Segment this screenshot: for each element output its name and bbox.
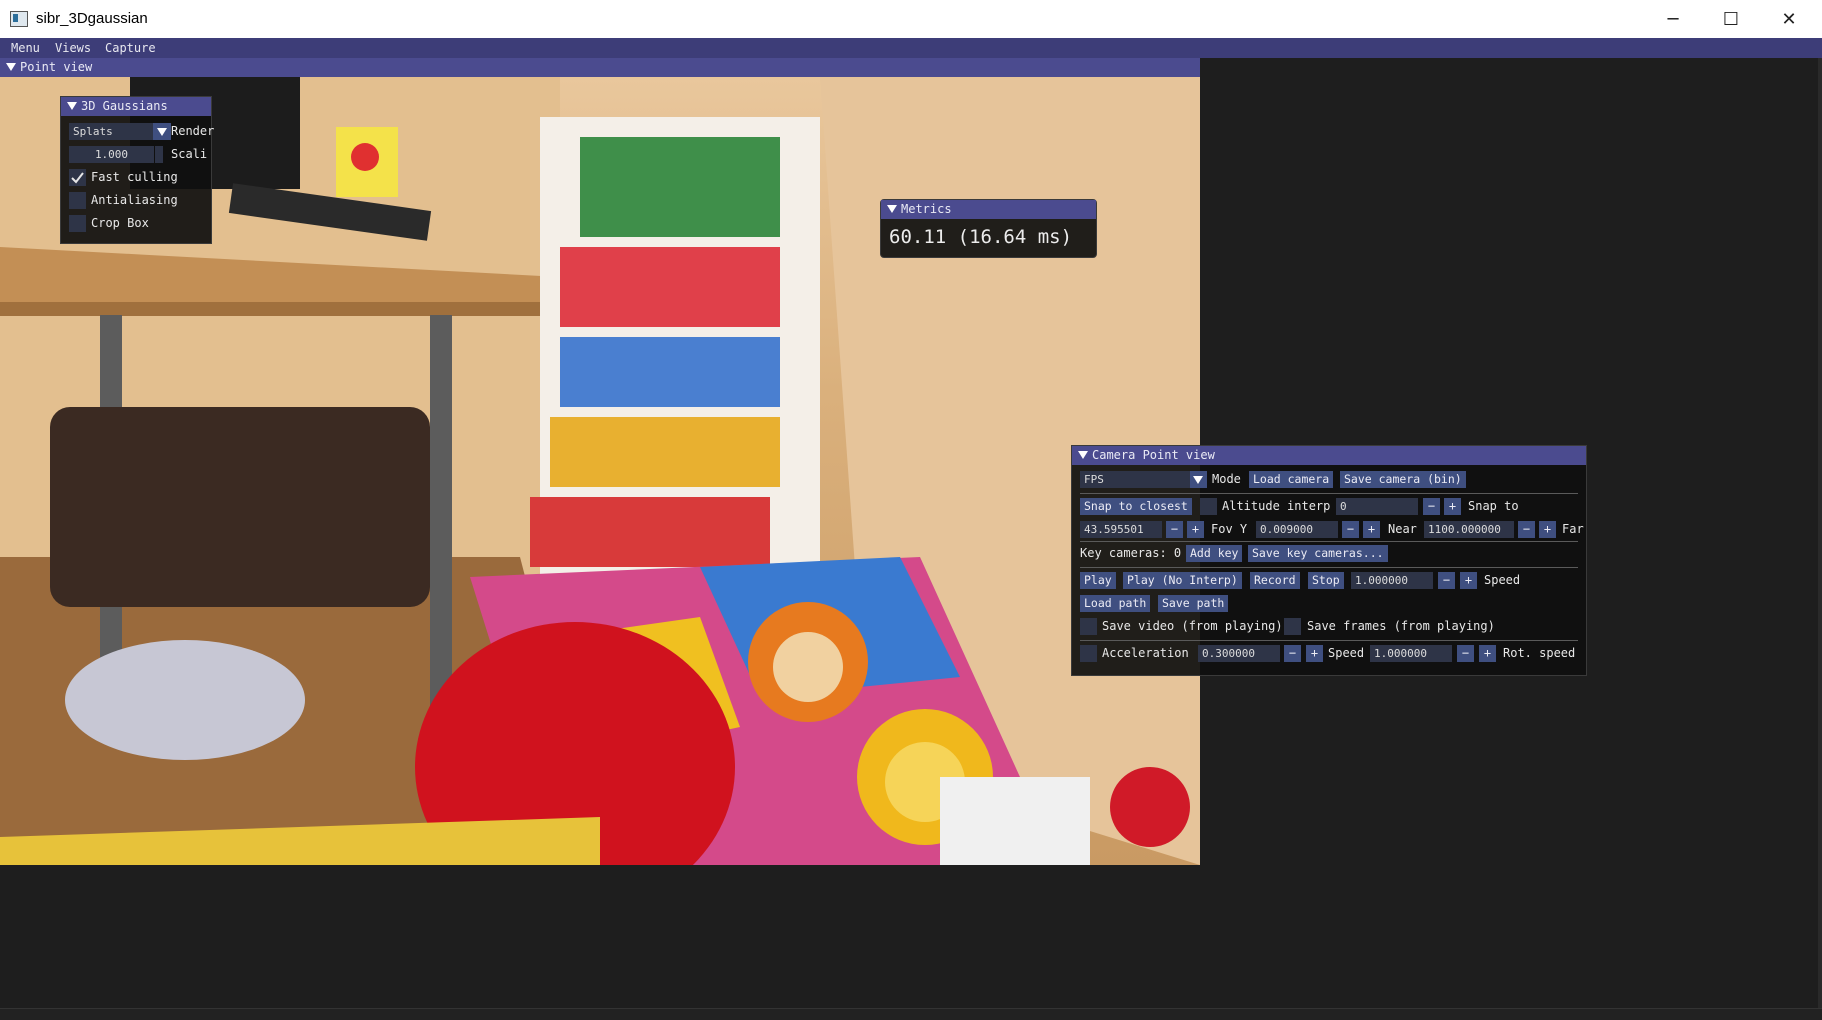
- gaussians-panel: 3D Gaussians Splats Render 1.000 Scali F…: [60, 96, 215, 244]
- title-bar: sibr_3Dgaussian ─ ☐ ✕: [0, 0, 1822, 38]
- close-button[interactable]: ✕: [1760, 0, 1818, 38]
- near-label: Near: [1388, 522, 1417, 536]
- rot-speed-label: Rot. speed: [1503, 646, 1576, 660]
- move-speed-label: Speed: [1328, 646, 1365, 660]
- metrics-panel-title: Metrics: [901, 202, 952, 216]
- altitude-interp-checkbox[interactable]: [1200, 498, 1217, 515]
- crop-box-checkbox[interactable]: [69, 215, 86, 232]
- load-camera-button[interactable]: Load camera: [1249, 471, 1334, 488]
- chevron-down-icon: [157, 128, 167, 136]
- play-button[interactable]: Play: [1080, 572, 1116, 589]
- right-scrollbar[interactable]: [1818, 58, 1822, 1008]
- collapse-triangle-icon[interactable]: [1078, 451, 1088, 459]
- fast-culling-checkbox[interactable]: [69, 169, 86, 186]
- scaling-label: Scali: [171, 147, 208, 161]
- camera-panel-title: Camera Point view: [1092, 448, 1215, 462]
- menu-item-views[interactable]: Views: [55, 41, 91, 55]
- add-key-button[interactable]: Add key: [1186, 545, 1243, 562]
- metrics-panel-title-bar[interactable]: Metrics: [881, 200, 1096, 219]
- move-speed-field[interactable]: 1.000000: [1370, 645, 1452, 662]
- load-path-button[interactable]: Load path: [1080, 595, 1151, 612]
- fovy-label: Fov Y: [1211, 522, 1248, 536]
- acceleration-checkbox[interactable]: [1080, 645, 1097, 662]
- snap-to-label: Snap to: [1468, 499, 1519, 513]
- window-title: sibr_3Dgaussian: [36, 10, 148, 27]
- acceleration-label: Acceleration: [1102, 646, 1189, 660]
- fovy-decrement-button[interactable]: −: [1166, 521, 1183, 538]
- save-key-cameras-button[interactable]: Save key cameras...: [1248, 545, 1388, 562]
- antialiasing-label: Antialiasing: [91, 193, 178, 207]
- bottom-bar: [0, 1008, 1822, 1020]
- far-label: Far: [1562, 522, 1584, 536]
- separator: [1080, 640, 1578, 641]
- playback-speed-field[interactable]: 1.000000: [1351, 572, 1433, 589]
- scaling-slider-grab[interactable]: [155, 146, 163, 163]
- menu-bar: Menu Views Capture: [0, 38, 1822, 58]
- chevron-down-icon: [1193, 476, 1203, 484]
- acceleration-increment-button[interactable]: +: [1306, 645, 1323, 662]
- collapse-triangle-icon[interactable]: [67, 102, 77, 110]
- near-decrement-button[interactable]: −: [1342, 521, 1359, 538]
- checkmark-icon: [71, 172, 84, 184]
- acceleration-field[interactable]: 0.300000: [1198, 645, 1280, 662]
- scaling-field[interactable]: 1.000: [69, 146, 154, 163]
- key-cameras-count: Key cameras: 0: [1080, 546, 1182, 560]
- play-no-interp-button[interactable]: Play (No Interp): [1123, 572, 1242, 589]
- menu-item-capture[interactable]: Capture: [105, 41, 156, 55]
- acceleration-decrement-button[interactable]: −: [1284, 645, 1301, 662]
- fps-readout: 60.11 (16.64 ms): [889, 226, 1073, 248]
- far-increment-button[interactable]: +: [1539, 521, 1556, 538]
- save-path-button[interactable]: Save path: [1158, 595, 1229, 612]
- save-camera-bin-button[interactable]: Save camera (bin): [1340, 471, 1466, 488]
- playback-speed-increment-button[interactable]: +: [1460, 572, 1477, 589]
- near-field[interactable]: 0.009000: [1256, 521, 1338, 538]
- snap-to-field[interactable]: 0: [1336, 498, 1418, 515]
- minimize-button[interactable]: ─: [1644, 0, 1702, 38]
- point-view-title-bar[interactable]: Point view: [0, 58, 1200, 77]
- fovy-increment-button[interactable]: +: [1187, 521, 1204, 538]
- antialiasing-checkbox[interactable]: [69, 192, 86, 209]
- camera-mode-dropdown-button[interactable]: [1190, 471, 1207, 488]
- crop-box-label: Crop Box: [91, 216, 149, 230]
- snap-to-increment-button[interactable]: +: [1444, 498, 1461, 515]
- gaussians-panel-title: 3D Gaussians: [81, 99, 168, 113]
- move-speed-increment-button[interactable]: +: [1479, 645, 1496, 662]
- separator: [1080, 567, 1578, 568]
- camera-mode-select[interactable]: FPS: [1080, 471, 1200, 488]
- render-mode-dropdown-button[interactable]: [153, 123, 171, 140]
- altitude-interp-label: Altitude interp: [1222, 499, 1331, 513]
- point-view-title: Point view: [20, 60, 93, 74]
- mode-label: Mode: [1212, 472, 1241, 486]
- collapse-triangle-icon[interactable]: [887, 205, 897, 213]
- stop-button[interactable]: Stop: [1308, 572, 1344, 589]
- camera-panel-title-bar[interactable]: Camera Point view: [1072, 446, 1586, 465]
- record-button[interactable]: Record: [1250, 572, 1300, 589]
- far-decrement-button[interactable]: −: [1518, 521, 1535, 538]
- app-icon: [10, 11, 28, 27]
- save-video-label: Save video (from playing): [1102, 619, 1283, 633]
- collapse-triangle-icon[interactable]: [6, 63, 16, 71]
- render-label: Render: [171, 124, 215, 138]
- save-frames-label: Save frames (from playing): [1307, 619, 1495, 633]
- separator: [1080, 541, 1578, 542]
- save-frames-checkbox[interactable]: [1284, 618, 1301, 635]
- move-speed-decrement-button[interactable]: −: [1457, 645, 1474, 662]
- fovy-field[interactable]: 43.595501: [1080, 521, 1162, 538]
- playback-speed-decrement-button[interactable]: −: [1438, 572, 1455, 589]
- metrics-panel: Metrics 60.11 (16.64 ms): [880, 199, 1097, 258]
- snap-to-decrement-button[interactable]: −: [1423, 498, 1440, 515]
- camera-panel: Camera Point view FPS Mode Load camera S…: [1071, 445, 1587, 676]
- menu-item-menu[interactable]: Menu: [11, 41, 40, 55]
- gaussians-panel-title-bar[interactable]: 3D Gaussians: [61, 97, 211, 116]
- maximize-button[interactable]: ☐: [1702, 0, 1760, 38]
- playback-speed-label: Speed: [1484, 573, 1521, 587]
- separator: [1080, 493, 1578, 494]
- render-mode-select[interactable]: Splats: [69, 123, 154, 140]
- near-increment-button[interactable]: +: [1363, 521, 1380, 538]
- save-video-checkbox[interactable]: [1080, 618, 1097, 635]
- snap-to-closest-button[interactable]: Snap to closest: [1080, 498, 1192, 515]
- far-field[interactable]: 1100.000000: [1424, 521, 1514, 538]
- fast-culling-label: Fast culling: [91, 170, 178, 184]
